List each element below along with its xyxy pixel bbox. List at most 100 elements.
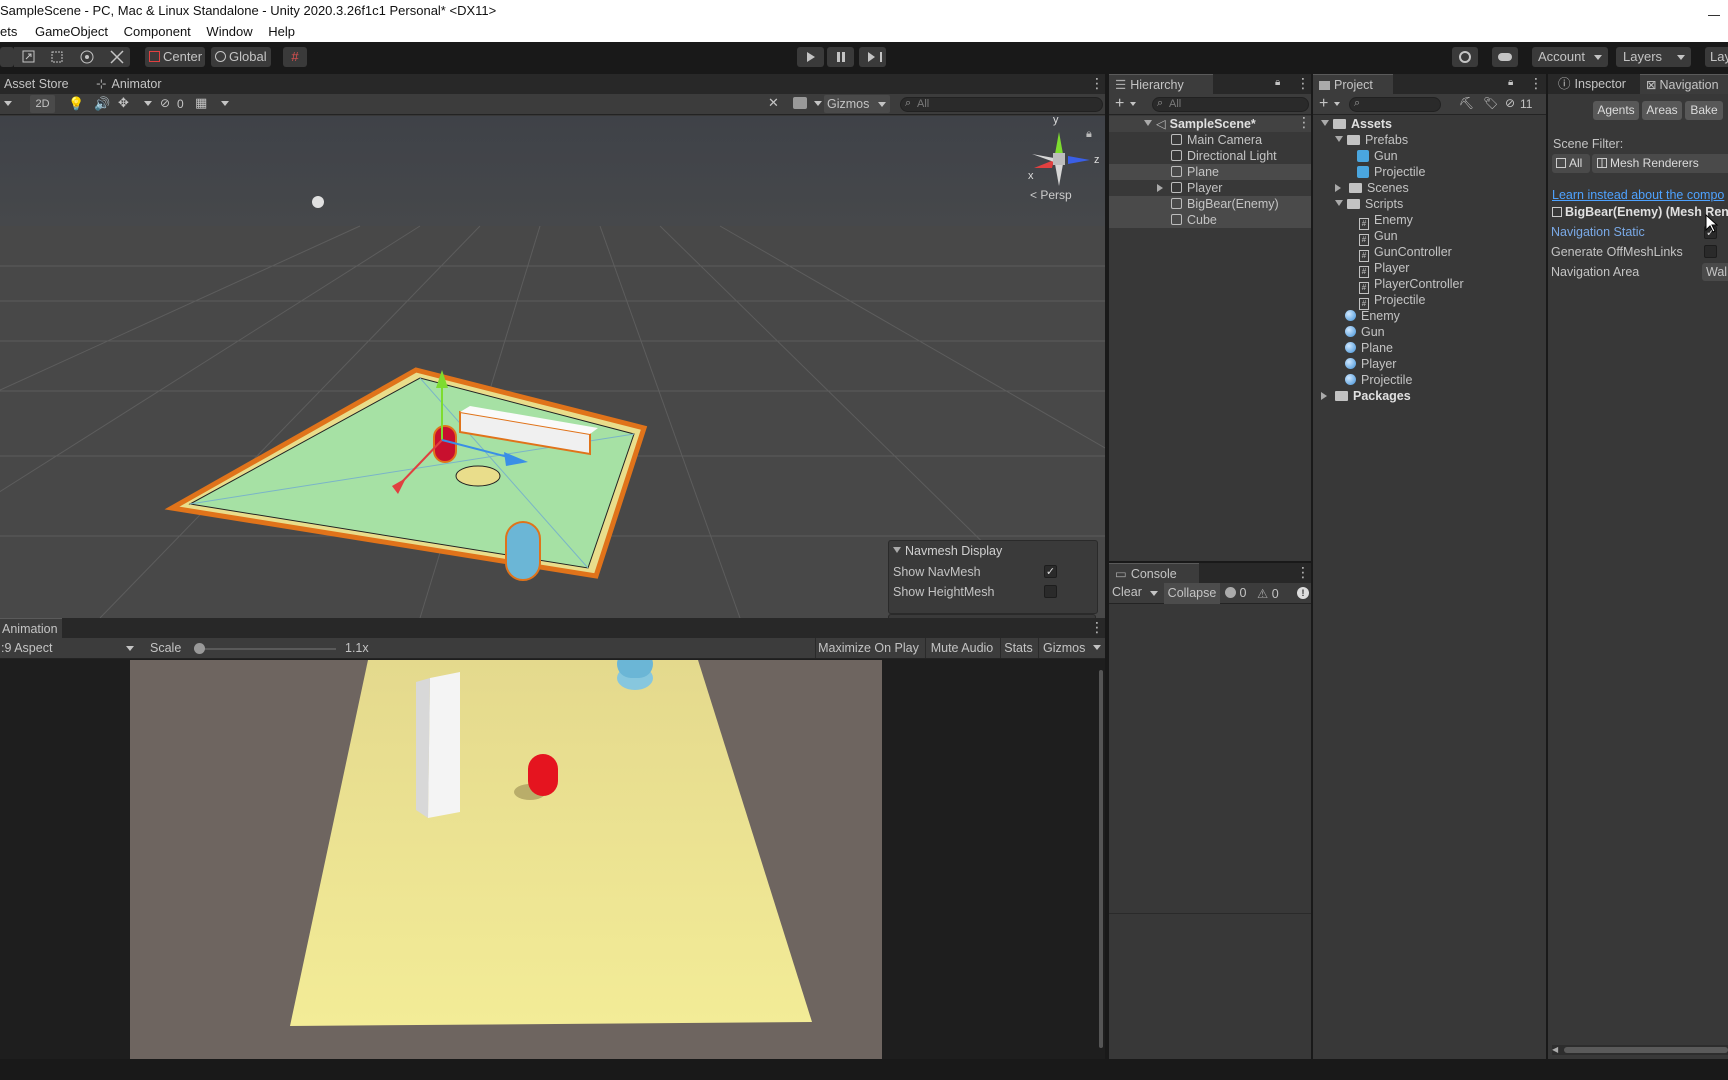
menu-component[interactable]: Component [124, 22, 203, 39]
show-navmesh-checkbox[interactable]: ✓ [1044, 565, 1057, 578]
lock-icon[interactable]: 🔒︎ [1086, 128, 1092, 141]
menu-assets[interactable]: ets [0, 22, 31, 39]
tab-inspector[interactable]: ⓘ Inspector [1552, 74, 1632, 94]
layers-dropdown[interactable]: Layers [1616, 47, 1691, 67]
scene-menu-icon[interactable] [1090, 75, 1104, 92]
search-by-type-icon[interactable]: ⛏ [1459, 96, 1474, 110]
collapse-toggle[interactable]: Collapse [1164, 583, 1220, 604]
areas-button[interactable]: Areas [1642, 101, 1682, 120]
play-button[interactable] [797, 47, 824, 67]
mute-audio-toggle[interactable]: Mute Audio [925, 638, 998, 658]
game-viewport[interactable] [130, 660, 882, 1059]
hierarchy-item-cube[interactable]: Cube [1171, 212, 1217, 228]
learn-components-link[interactable]: Learn instead about the compo [1552, 187, 1724, 203]
project-item-material-enemy[interactable]: Enemy [1345, 308, 1400, 324]
camera-dropdown-icon[interactable] [814, 101, 822, 110]
clear-button[interactable]: Clear [1112, 585, 1160, 602]
hidden-packages-icon[interactable]: ⊘ [1505, 96, 1515, 110]
step-button[interactable] [859, 47, 886, 67]
grid-icon[interactable]: ▦ [195, 95, 207, 111]
hand-tool-button[interactable] [0, 47, 14, 67]
project-item-material-projectile[interactable]: Projectile [1345, 372, 1412, 388]
warning-count-toggle[interactable]: ⚠ 0 [1257, 586, 1285, 601]
generate-offmeshlinks-checkbox[interactable] [1704, 245, 1717, 258]
effects-dropdown-icon[interactable] [144, 101, 152, 110]
project-item-script-player[interactable]: # Player [1359, 260, 1409, 278]
scroll-left-icon[interactable]: ◀ [1552, 1045, 1558, 1054]
shading-dropdown-icon[interactable] [4, 101, 12, 110]
create-dropdown-icon[interactable] [1130, 102, 1136, 109]
menu-gameobject[interactable]: GameObject [35, 22, 120, 39]
aspect-dropdown[interactable]: :9 Aspect [0, 640, 140, 656]
project-item-script-playercontroller[interactable]: # PlayerController [1359, 276, 1464, 294]
project-item-prefab-gun[interactable]: Gun [1357, 148, 1398, 164]
project-item-script-guncontroller[interactable]: # GunController [1359, 244, 1452, 262]
tab-project[interactable]: Project [1313, 74, 1393, 94]
game-scrollbar[interactable] [1099, 670, 1103, 1048]
project-item-prefabs[interactable]: Prefabs [1335, 132, 1408, 148]
agents-button[interactable]: Agents [1593, 101, 1639, 120]
tools-icon[interactable]: ✕ [768, 95, 779, 111]
hierarchy-item-plane[interactable]: Plane [1171, 164, 1219, 180]
horizontal-scrollbar[interactable]: ◀ [1552, 1045, 1728, 1055]
hierarchy-search-input[interactable]: All [1152, 97, 1309, 112]
pause-button[interactable] [827, 47, 854, 67]
scale-slider-track[interactable] [194, 648, 336, 650]
lighting-icon[interactable]: 💡 [68, 96, 84, 112]
hierarchy-item-bigbear[interactable]: BigBear(Enemy) [1171, 196, 1279, 212]
tab-navigation[interactable]: ⊠ Navigation [1640, 74, 1728, 94]
scene-row-menu-icon[interactable] [1297, 114, 1311, 131]
scrollbar-thumb[interactable] [1564, 1047, 1728, 1053]
game-menu-icon[interactable] [1090, 619, 1104, 636]
gizmos-dropdown[interactable]: Gizmos [824, 95, 890, 113]
effects-icon[interactable]: ✥ [118, 95, 129, 111]
hierarchy-item-directional-light[interactable]: Directional Light [1171, 148, 1277, 164]
persp-label[interactable]: < Persp [1030, 188, 1072, 202]
project-item-material-gun[interactable]: Gun [1345, 324, 1385, 340]
error-icon[interactable]: ! [1297, 587, 1309, 599]
collab-button[interactable] [1452, 47, 1478, 67]
menu-help[interactable]: Help [268, 22, 307, 39]
project-item-script-gun[interactable]: # Gun [1359, 228, 1398, 246]
scale-slider-thumb[interactable] [194, 643, 205, 654]
project-item-prefab-projectile[interactable]: Projectile [1357, 164, 1425, 180]
project-item-assets[interactable]: Assets [1321, 116, 1392, 132]
grid-dropdown-icon[interactable] [221, 101, 229, 110]
bake-button[interactable]: Bake [1685, 101, 1723, 120]
hierarchy-item-main-camera[interactable]: Main Camera [1171, 132, 1262, 148]
tab-animation[interactable]: Animation [0, 618, 62, 638]
game-gizmos-dropdown[interactable]: Gizmos [1038, 638, 1105, 658]
project-item-scripts[interactable]: Scripts [1335, 196, 1403, 212]
search-by-label-icon[interactable]: 🏷︎ [1483, 96, 1498, 110]
filter-all-button[interactable]: All [1552, 154, 1590, 173]
project-create-dropdown-icon[interactable] [1334, 102, 1340, 109]
navigation-area-dropdown[interactable]: Wal [1702, 263, 1728, 281]
menu-window[interactable]: Window [206, 22, 264, 39]
grid-snap-button[interactable]: # [283, 47, 307, 67]
project-lock-icon[interactable]: 🔒︎ [1508, 77, 1513, 88]
navmesh-display-title[interactable]: Navmesh Display [893, 544, 1002, 558]
minimize-icon[interactable] [1708, 2, 1720, 16]
project-item-material-player[interactable]: Player [1345, 356, 1396, 372]
camera-icon[interactable] [793, 97, 807, 109]
show-heightmesh-checkbox[interactable] [1044, 585, 1057, 598]
audio-icon[interactable]: 🔊 [94, 96, 110, 112]
filter-mesh-renderers-button[interactable]: Mesh Renderers [1592, 154, 1728, 173]
hierarchy-menu-icon[interactable] [1296, 75, 1310, 92]
maximize-on-play-toggle[interactable]: Maximize On Play [815, 638, 921, 658]
tab-console[interactable]: ▭ Console [1109, 563, 1199, 583]
tab-animator[interactable]: ⊹ Animator [90, 74, 168, 94]
info-count-toggle[interactable]: 0 [1225, 586, 1253, 601]
project-item-script-projectile[interactable]: # Projectile [1359, 292, 1425, 310]
tab-asset-store[interactable]: Asset Store [0, 74, 75, 94]
layout-dropdown[interactable]: Lay [1705, 47, 1728, 67]
project-menu-icon[interactable] [1529, 75, 1543, 92]
pivot-global-button[interactable]: Global [211, 47, 271, 67]
console-menu-icon[interactable] [1296, 564, 1310, 581]
hierarchy-lock-icon[interactable]: 🔒︎ [1275, 77, 1280, 88]
create-add-icon[interactable]: + [1115, 94, 1124, 114]
hierarchy-item-player[interactable]: Player [1157, 180, 1222, 196]
project-search-input[interactable] [1349, 97, 1441, 112]
hidden-objects-icon[interactable]: ⊘ [160, 96, 170, 110]
stats-toggle[interactable]: Stats [1000, 638, 1036, 658]
